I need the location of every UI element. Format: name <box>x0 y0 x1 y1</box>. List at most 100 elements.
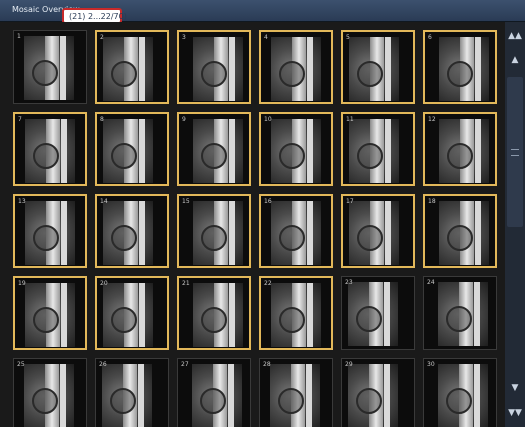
xray-thumbnail <box>193 37 243 101</box>
xray-thumbnail <box>271 119 321 183</box>
xray-thumbnail <box>271 201 321 265</box>
xray-thumbnail <box>24 36 74 100</box>
tile-number: 8 <box>100 116 104 123</box>
xray-thumbnail <box>193 283 243 347</box>
xray-thumbnail <box>349 37 399 101</box>
mosaic-tile[interactable]: 28 <box>259 358 333 427</box>
xray-thumbnail <box>102 364 152 427</box>
up-arrow-icon[interactable]: ▲ <box>505 50 525 70</box>
tile-number: 15 <box>182 198 190 205</box>
tile-number: 21 <box>182 280 190 287</box>
mosaic-tile[interactable]: 25 <box>13 358 87 427</box>
mosaic-tile[interactable]: 6 <box>423 30 497 104</box>
tile-number: 17 <box>346 198 354 205</box>
mosaic-tile[interactable]: 30 <box>423 358 497 427</box>
tile-number: 22 <box>264 280 272 287</box>
xray-thumbnail <box>439 201 489 265</box>
mosaic-tile[interactable]: 7 <box>13 112 87 186</box>
mosaic-tile[interactable]: 4 <box>259 30 333 104</box>
tile-number: 28 <box>263 361 271 368</box>
tile-number: 27 <box>181 361 189 368</box>
mosaic-tile[interactable]: 23 <box>341 276 415 350</box>
mosaic-tile[interactable]: 18 <box>423 194 497 268</box>
grip-icon <box>511 149 519 156</box>
xray-thumbnail <box>271 283 321 347</box>
tile-number: 12 <box>428 116 436 123</box>
xray-thumbnail <box>348 282 398 346</box>
xray-thumbnail <box>348 364 398 427</box>
vertical-scrollbar[interactable]: ▲▲ ▲ ▼ ▼▼ <box>505 22 525 427</box>
tile-number: 25 <box>17 361 25 368</box>
tile-number: 4 <box>264 34 268 41</box>
mosaic-tile[interactable]: 3 <box>177 30 251 104</box>
mosaic-tile[interactable]: 2 <box>95 30 169 104</box>
double-up-arrow-icon[interactable]: ▲▲ <box>505 26 525 46</box>
xray-thumbnail <box>25 119 75 183</box>
xray-thumbnail <box>438 364 488 427</box>
mosaic-tile[interactable]: 26 <box>95 358 169 427</box>
mosaic-tile[interactable]: 11 <box>341 112 415 186</box>
mosaic-tile[interactable]: 13 <box>13 194 87 268</box>
mosaic-tile[interactable]: 12 <box>423 112 497 186</box>
tile-number: 16 <box>264 198 272 205</box>
xray-thumbnail <box>103 119 153 183</box>
tile-number: 23 <box>345 279 353 286</box>
xray-thumbnail <box>438 282 488 346</box>
tile-number: 19 <box>18 280 26 287</box>
xray-thumbnail <box>24 364 74 427</box>
mosaic-tile[interactable]: 19 <box>13 276 87 350</box>
tile-number: 18 <box>428 198 436 205</box>
mosaic-tile[interactable]: 24 <box>423 276 497 350</box>
xray-thumbnail <box>271 37 321 101</box>
tile-number: 3 <box>182 34 186 41</box>
xray-thumbnail <box>103 201 153 265</box>
xray-thumbnail <box>103 37 153 101</box>
xray-thumbnail <box>193 201 243 265</box>
xray-thumbnail <box>270 364 320 427</box>
tile-number: 29 <box>345 361 353 368</box>
xray-thumbnail <box>192 364 242 427</box>
tile-number: 14 <box>100 198 108 205</box>
mosaic-grid: 1 2 3 4 5 6 7 8 9 10 11 12 13 14 15 16 17 18 19 20 21 22 23 24 2… <box>0 22 505 427</box>
mosaic-tile[interactable]: 16 <box>259 194 333 268</box>
mosaic-tile[interactable]: 27 <box>177 358 251 427</box>
tile-number: 5 <box>346 34 350 41</box>
mosaic-tile[interactable]: 22 <box>259 276 333 350</box>
xray-thumbnail <box>439 119 489 183</box>
selection-count-text: (21) 2...22/70) <box>69 12 127 21</box>
xray-thumbnail <box>439 37 489 101</box>
xray-thumbnail <box>349 119 399 183</box>
scrollbar-thumb[interactable] <box>507 77 523 227</box>
xray-thumbnail <box>25 201 75 265</box>
mosaic-tile[interactable]: 10 <box>259 112 333 186</box>
tile-number: 2 <box>100 34 104 41</box>
double-down-arrow-icon[interactable]: ▼▼ <box>505 403 525 423</box>
mosaic-tile[interactable]: 20 <box>95 276 169 350</box>
tile-number: 20 <box>100 280 108 287</box>
tile-number: 26 <box>99 361 107 368</box>
tile-number: 13 <box>18 198 26 205</box>
mosaic-tile[interactable]: 17 <box>341 194 415 268</box>
tile-number: 6 <box>428 34 432 41</box>
tile-number: 1 <box>17 33 21 40</box>
xray-thumbnail <box>25 283 75 347</box>
mosaic-tile[interactable]: 15 <box>177 194 251 268</box>
mosaic-tile[interactable]: 8 <box>95 112 169 186</box>
down-arrow-icon[interactable]: ▼ <box>505 378 525 398</box>
mosaic-tile[interactable]: 5 <box>341 30 415 104</box>
tile-number: 30 <box>427 361 435 368</box>
mosaic-tile[interactable]: 14 <box>95 194 169 268</box>
tile-number: 10 <box>264 116 272 123</box>
tile-number: 11 <box>346 116 354 123</box>
xray-thumbnail <box>349 201 399 265</box>
mosaic-tile[interactable]: 21 <box>177 276 251 350</box>
xray-thumbnail <box>193 119 243 183</box>
mosaic-tile[interactable]: 29 <box>341 358 415 427</box>
tile-number: 24 <box>427 279 435 286</box>
tile-number: 9 <box>182 116 186 123</box>
window-titlebar: Mosaic Overview (21) 2...22/70) <box>0 0 525 24</box>
mosaic-tile[interactable]: 9 <box>177 112 251 186</box>
tile-number: 7 <box>18 116 22 123</box>
mosaic-tile[interactable]: 1 <box>13 30 87 104</box>
xray-thumbnail <box>103 283 153 347</box>
